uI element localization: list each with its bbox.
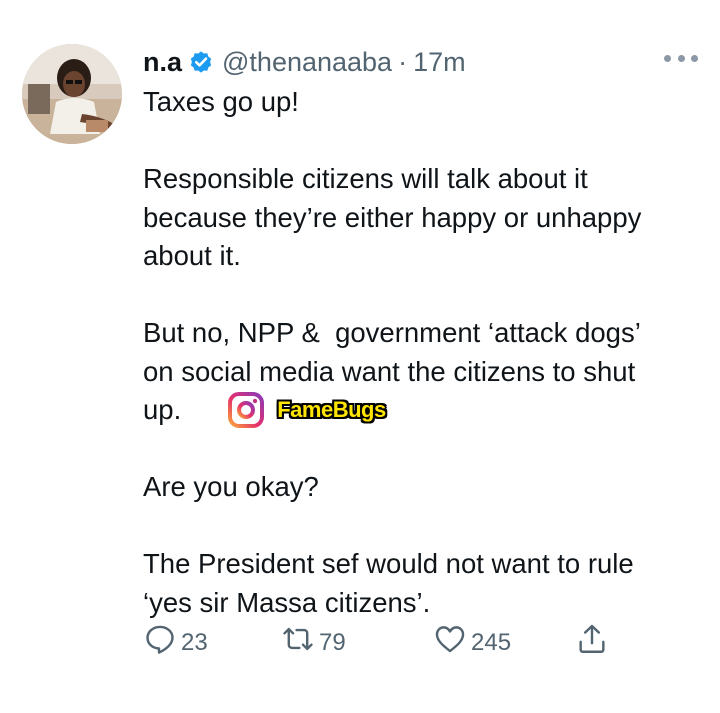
tweet-paragraph: Responsible citizens will talk about it … — [143, 160, 703, 276]
tweet-paragraph: The President sef would not want to rule… — [143, 545, 703, 622]
famebugs-watermark: FameBugs — [227, 391, 386, 430]
retweet-button[interactable]: 79 — [281, 622, 346, 663]
tweet-line: up. — [143, 394, 182, 425]
avatar[interactable] — [22, 44, 122, 144]
tweet-header: n.a @thenanaaba · 17m — [143, 42, 466, 82]
tweet-paragraph: up. FameBugs — [143, 391, 703, 430]
like-count: 245 — [471, 628, 512, 656]
instagram-icon — [227, 391, 265, 429]
tweet-line: about it. — [143, 240, 241, 271]
tweet-line: Taxes go up! — [143, 86, 299, 117]
avatar-photo — [22, 44, 122, 144]
tweet-line: The President sef would not want to rule — [143, 548, 634, 579]
tweet: n.a @thenanaaba · 17m Taxes go up! Respo… — [0, 0, 720, 713]
tweet-text: Taxes go up! Responsible citizens will t… — [143, 83, 703, 622]
tweet-line: Are you okay? — [143, 471, 319, 502]
retweet-icon — [281, 622, 315, 663]
reply-button[interactable]: 23 — [143, 622, 208, 663]
reply-count: 23 — [181, 628, 208, 656]
tweet-paragraph: Taxes go up! — [143, 83, 703, 122]
tweet-line: Responsible citizens will talk about it — [143, 163, 588, 194]
display-name[interactable]: n.a — [143, 47, 182, 78]
share-button[interactable] — [575, 622, 609, 663]
watermark-text: FameBugs — [277, 397, 386, 422]
verified-badge-icon — [188, 49, 214, 75]
tweet-line: on social media want the citizens to shu… — [143, 355, 636, 387]
reply-icon — [143, 622, 177, 663]
tweet-line: because they’re either happy or unhappy — [143, 201, 642, 233]
tweet-paragraph: But no, NPP & government ‘attack dogs’ o… — [143, 314, 703, 391]
retweet-count: 79 — [319, 628, 346, 656]
tweet-line: ‘yes sir Massa citizens’. — [143, 586, 431, 618]
more-options-icon[interactable] — [664, 50, 698, 66]
tweet-paragraph: Are you okay? — [143, 468, 703, 507]
tweet-actions: 23 79 245 — [143, 622, 623, 662]
user-handle[interactable]: @thenanaaba — [222, 47, 392, 78]
heart-icon — [433, 622, 467, 663]
like-button[interactable]: 245 — [433, 622, 511, 663]
timestamp[interactable]: 17m — [413, 47, 466, 78]
share-icon — [575, 622, 609, 663]
separator-dot: · — [398, 46, 408, 77]
tweet-line: But no, NPP & government ‘attack dogs’ — [143, 317, 641, 348]
